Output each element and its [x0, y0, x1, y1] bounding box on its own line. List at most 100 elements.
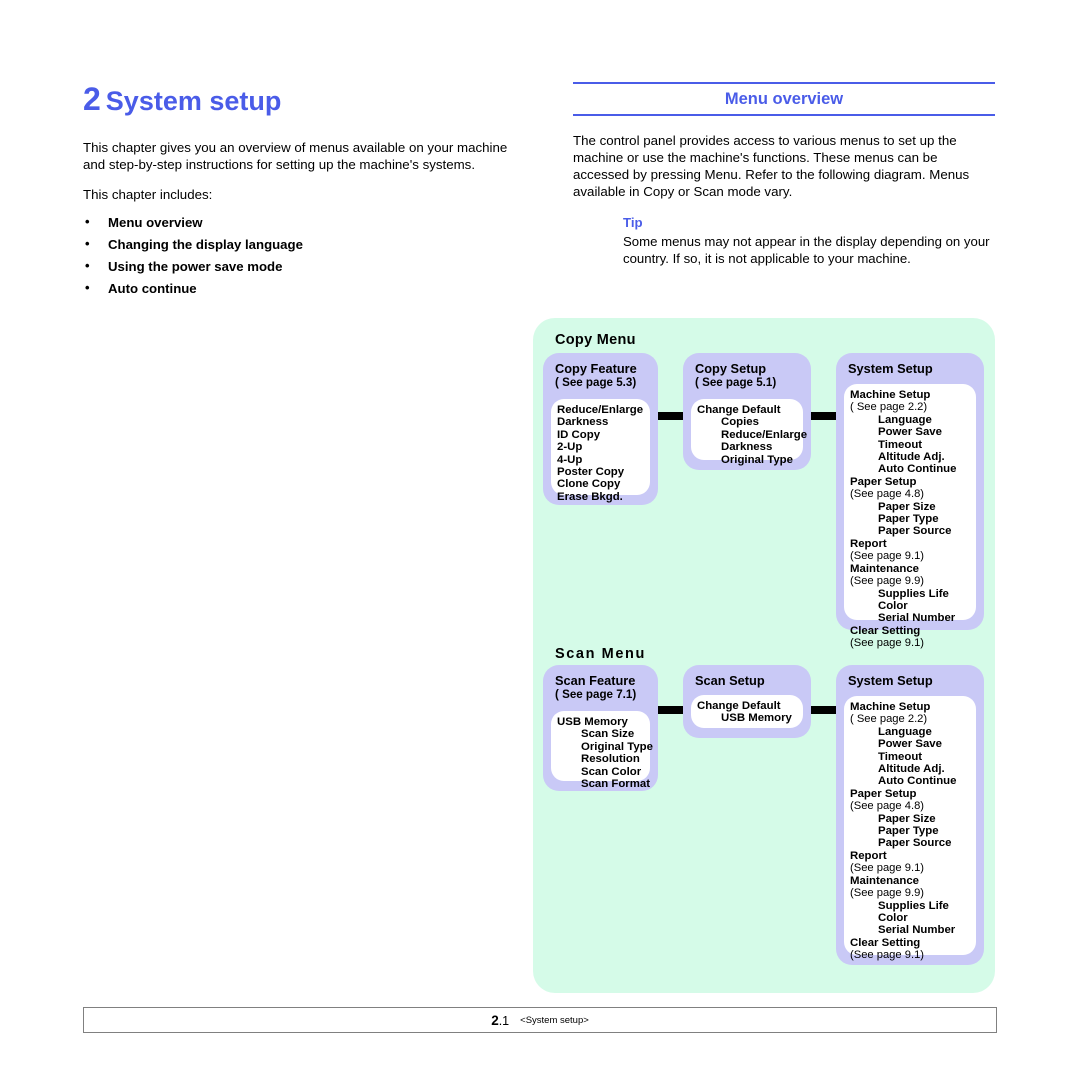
menu-item[interactable]: Report — [850, 850, 970, 862]
document-page: 2 System setup This chapter gives you an … — [0, 0, 1080, 1080]
menu-item[interactable]: Timeout — [850, 439, 970, 451]
menu-item[interactable]: Change Default — [697, 404, 797, 416]
connector-copy-setup-to-system-setup — [811, 412, 839, 420]
list-item-label: Menu overview — [108, 215, 203, 231]
menu-item[interactable]: Clear Setting — [850, 937, 970, 949]
menu-item[interactable]: Original Type — [697, 454, 797, 466]
node-scan-feature-title: Scan Feature — [555, 673, 636, 688]
node-system-setup-scan-body: Machine Setup ( See page 2.2) Language P… — [844, 696, 976, 961]
node-scan-feature-body: USB Memory Scan Size Original Type Resol… — [551, 711, 653, 790]
menu-item[interactable]: 2-Up — [557, 441, 644, 453]
list-item[interactable]: Changing the display language — [83, 233, 513, 256]
menu-item[interactable]: USB Memory — [697, 712, 797, 724]
section-title: Menu overview — [724, 90, 844, 108]
menu-item[interactable]: USB Memory — [557, 716, 644, 728]
menu-item[interactable]: 4-Up — [557, 454, 644, 466]
menu-item[interactable]: Original Type — [557, 741, 653, 753]
menu-page-ref: ( See page 2.2) — [850, 713, 928, 726]
menu-item[interactable]: Resolution — [557, 753, 644, 765]
menu-item[interactable]: Language — [850, 414, 970, 426]
footer-section-label: <System setup> — [520, 1014, 589, 1026]
node-system-setup-scan[interactable]: System Setup Machine Setup ( See page 2.… — [836, 665, 984, 965]
menu-item[interactable]: Power Save — [850, 426, 970, 438]
menu-item[interactable]: Color — [850, 912, 970, 924]
menu-item[interactable]: Paper Setup — [850, 476, 970, 488]
page-title: 2 System setup — [83, 81, 513, 117]
menu-item[interactable]: Change Default — [697, 700, 797, 712]
node-scan-feature-page-ref: ( See page 7.1) — [555, 688, 637, 701]
node-scan-setup-body: Change Default USB Memory — [691, 695, 803, 728]
menu-item[interactable]: Serial Number — [850, 612, 970, 624]
menu-item[interactable]: Clear Setting — [850, 625, 970, 637]
menu-item[interactable]: Paper Type — [850, 513, 970, 525]
menu-item[interactable]: Language — [850, 726, 970, 738]
node-copy-setup-body: Change Default Copies Reduce/Enlarge Dar… — [691, 399, 807, 466]
menu-item[interactable]: Report — [850, 538, 970, 550]
chapter-includes-list: Menu overview Changing the display langu… — [83, 211, 513, 300]
menu-item[interactable]: Color — [850, 600, 970, 612]
menu-item[interactable]: Paper Size — [850, 501, 970, 513]
node-system-setup-copy[interactable]: System Setup Machine Setup ( See page 2.… — [836, 353, 984, 649]
node-scan-setup-title: Scan Setup — [695, 673, 765, 688]
node-copy-feature-page-ref: ( See page 5.3) — [555, 376, 637, 389]
list-item-label: Using the power save mode — [108, 259, 283, 275]
list-item[interactable]: Using the power save mode — [83, 255, 513, 278]
footer-page-number: 2.1 — [491, 1013, 509, 1028]
page-footer: 2.1 <System setup> — [83, 1007, 997, 1033]
menu-page-ref: (See page 9.1) — [850, 550, 925, 563]
menu-item[interactable]: Paper Setup — [850, 788, 970, 800]
menu-page-ref: ( See page 2.2) — [850, 401, 928, 414]
menu-item[interactable]: Auto Continue — [850, 775, 970, 787]
menu-item[interactable]: Copies — [697, 416, 797, 428]
node-system-setup-scan-title: System Setup — [848, 673, 933, 688]
menu-item[interactable]: Erase Bkgd. — [557, 491, 644, 503]
menu-item[interactable]: Paper Source — [850, 837, 970, 849]
connector-scan-setup-to-system-setup — [811, 706, 839, 714]
menu-item[interactable]: Paper Size — [850, 813, 970, 825]
menu-item[interactable]: Reduce/Enlarge — [557, 404, 644, 416]
chapter-number: 2 — [83, 81, 101, 117]
menu-item[interactable]: Machine Setup — [850, 389, 970, 401]
menu-item[interactable]: Maintenance — [850, 563, 970, 575]
tip-block: Tip Some menus may not appear in the dis… — [573, 214, 995, 267]
node-scan-setup[interactable]: Scan Setup Change Default USB Memory — [683, 665, 811, 738]
node-copy-feature-body: Reduce/Enlarge Darkness ID Copy 2-Up 4-U… — [551, 399, 650, 503]
menu-page-ref: (See page 4.8) — [850, 800, 925, 813]
menu-item[interactable]: Maintenance — [850, 875, 970, 887]
menu-item[interactable]: Auto Continue — [850, 463, 970, 475]
menu-item[interactable]: Scan Format — [557, 778, 650, 790]
list-item[interactable]: Menu overview — [83, 211, 513, 234]
menu-item[interactable]: Machine Setup — [850, 701, 970, 713]
connector-scan-feature-to-scan-setup — [658, 706, 686, 714]
list-item[interactable]: Auto continue — [83, 277, 513, 300]
menu-overview-diagram: Copy Menu Scan Menu Copy Feature ( See p… — [533, 318, 995, 993]
menu-item[interactable]: Supplies Life — [850, 900, 970, 912]
menu-item[interactable]: ID Copy — [557, 429, 644, 441]
menu-item[interactable]: Altitude Adj. — [850, 451, 970, 463]
menu-item[interactable]: Scan Color — [557, 766, 644, 778]
menu-item[interactable]: Altitude Adj. — [850, 763, 970, 775]
section-rule-bottom — [573, 114, 995, 116]
node-copy-feature[interactable]: Copy Feature ( See page 5.3) Reduce/Enla… — [543, 353, 658, 505]
menu-item[interactable]: Timeout — [850, 751, 970, 763]
menu-item[interactable]: Paper Type — [850, 825, 970, 837]
footer-page-minor: .1 — [498, 1013, 510, 1028]
menu-item[interactable]: Poster Copy — [557, 466, 644, 478]
node-system-setup-copy-title: System Setup — [848, 361, 933, 376]
chapter-intro: This chapter gives you an overview of me… — [83, 140, 508, 173]
menu-item[interactable]: Reduce/Enlarge — [697, 429, 807, 441]
menu-item[interactable]: Darkness — [697, 441, 797, 453]
menu-item[interactable]: Clone Copy — [557, 478, 644, 490]
menu-item[interactable]: Darkness — [557, 416, 644, 428]
menu-item[interactable]: Power Save — [850, 738, 970, 750]
menu-item[interactable]: Scan Size — [557, 728, 644, 740]
node-scan-feature[interactable]: Scan Feature ( See page 7.1) USB Memory … — [543, 665, 658, 791]
list-item-label: Changing the display language — [108, 237, 303, 253]
menu-page-ref: (See page 9.9) — [850, 887, 925, 900]
node-copy-setup[interactable]: Copy Setup ( See page 5.1) Change Defaul… — [683, 353, 811, 470]
menu-item[interactable]: Supplies Life — [850, 588, 970, 600]
footer-page-major: 2 — [491, 1012, 499, 1028]
menu-item[interactable]: Serial Number — [850, 924, 970, 936]
node-system-setup-copy-body: Machine Setup ( See page 2.2) Language P… — [844, 384, 976, 649]
menu-item[interactable]: Paper Source — [850, 525, 970, 537]
